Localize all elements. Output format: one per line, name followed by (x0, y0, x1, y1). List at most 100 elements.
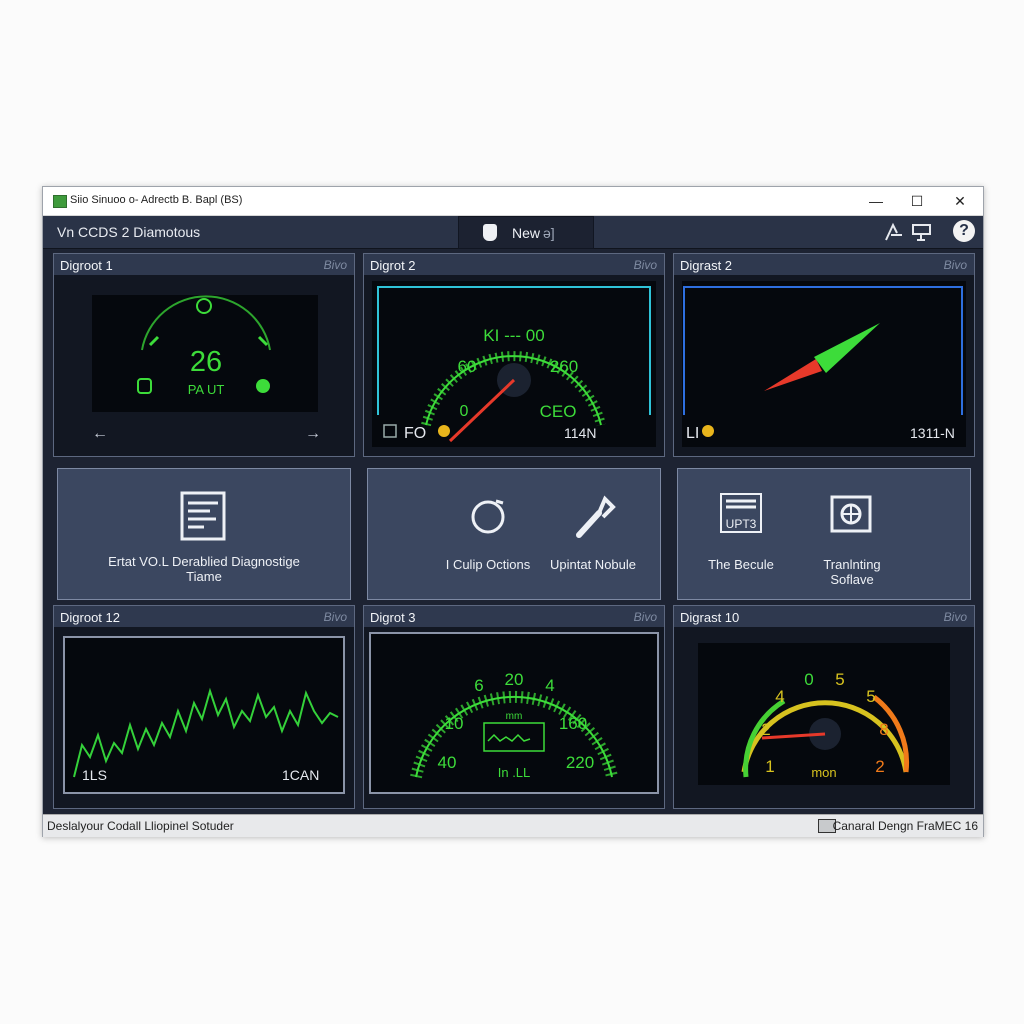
new-button-label: New (512, 225, 541, 241)
gauge-label-right: 260 (550, 357, 578, 376)
speed-readout: 114N (564, 425, 596, 441)
tile-options-module: I Culip Octions Upintat Nobule (367, 468, 661, 600)
panel-diagnostic-2: Digrot 2 Bivo KI --- 00 60 260 0 CEO FO … (363, 253, 665, 457)
title-bar[interactable]: Siio Sinuoo o- Adrectb B. Bapl (BS) — ☐ … (43, 187, 983, 216)
status-left-text: Deslalyour Codall Lliopinel Sotuder (47, 819, 234, 833)
panel-body: KI --- 00 60 260 0 CEO FO 114N (364, 275, 664, 456)
tick-label: 2 (761, 720, 770, 739)
panel-body: 6 20 4 10 160 40 220 mm In .LL (364, 627, 664, 808)
speedometer-display: KI --- 00 60 260 0 CEO FO 114N (372, 281, 656, 447)
panel-body: LI 1311-N (674, 275, 974, 456)
wrench-icon (576, 495, 616, 538)
panel-header: Digroot 12 Bivo (54, 606, 354, 627)
indicator-label: LI (686, 425, 699, 442)
panel-tag[interactable]: Bivo (944, 610, 967, 624)
refresh-icon (471, 499, 505, 534)
module-icon-text: UPT3 (726, 517, 757, 531)
panel-diagnostic-3b: Digrot 3 Bivo 6 20 4 10 160 40 220 mm In… (363, 605, 665, 809)
gauge-label-bl: FO (404, 425, 426, 442)
training-icon (830, 495, 872, 533)
panel-tag[interactable]: Bivo (634, 258, 657, 272)
tick-label: 4 (545, 676, 554, 695)
panel-tag[interactable]: Bivo (944, 258, 967, 272)
device-icon (483, 224, 497, 241)
panel-title: Digrot 2 (370, 258, 416, 273)
panel-title: Digrot 3 (370, 610, 416, 625)
window-title: Siio Sinuoo o- Adrectb B. Bapl (BS) (70, 194, 243, 206)
panel-title: Digroot 12 (60, 610, 120, 625)
tile-label: Ertat VO.L Derablied Diagnostige Tiame (108, 554, 300, 584)
tick-label: 1 (765, 757, 774, 776)
app-name: Vn CCDS 2 Diamotous (57, 224, 201, 240)
panel-title: Digrast 10 (680, 610, 740, 625)
tick-label: 40 (438, 753, 457, 772)
tick-label: 5 (866, 687, 875, 706)
needle-display: LI 1311-N (682, 281, 966, 447)
panel-diagnostic-12: Digroot 12 Bivo 1LS 1CAN (53, 605, 355, 809)
graph-right-label: 1CAN (282, 767, 319, 783)
monitor-icon[interactable] (911, 221, 933, 243)
signal-graph-display: 1LS 1CAN (63, 636, 345, 794)
gauge-unit: mon (811, 765, 836, 780)
panel-body: 26 PA UT ← → (54, 275, 354, 456)
next-arrow-icon[interactable]: → (305, 425, 321, 442)
new-button-suffix: ə] (543, 225, 555, 241)
minimize-button[interactable]: — (855, 187, 897, 215)
gauge-mode: PA UT (188, 382, 225, 397)
close-button[interactable]: ✕ (939, 187, 981, 215)
app-window: Siio Sinuoo o- Adrectb B. Bapl (BS) — ☐ … (42, 186, 984, 837)
new-button[interactable]: New ə] (458, 216, 594, 249)
panel-header: Digrast 10 Bivo (674, 606, 974, 627)
status-icon (256, 379, 270, 393)
tick-label: 20 (505, 670, 524, 689)
app-icon (53, 195, 67, 208)
panel-diagnostic-10: Digrast 10 Bivo 0 4 5 5 2 8 1 2 mon (673, 605, 975, 809)
status-right-text: Canaral Dengn FraMEC 16 (832, 819, 978, 833)
value-readout: 1311-N (910, 425, 955, 441)
panel-body: 0 4 5 5 2 8 1 2 mon (674, 627, 974, 808)
graph-left-label: 1LS (82, 767, 107, 783)
panel-tag[interactable]: Bivo (324, 610, 347, 624)
panel-title: Digroot 1 (60, 258, 113, 273)
warning-icon (438, 425, 450, 437)
toolbar: Vn CCDS 2 Diamotous New ə] ? (43, 216, 983, 249)
tick-label: 220 (566, 753, 594, 772)
report-icon (180, 491, 226, 541)
panel-diagnostic-3: Digrast 2 Bivo LI 1311-N (673, 253, 975, 457)
panel-header: Digrot 2 Bivo (364, 254, 664, 275)
maximize-button[interactable]: ☐ (896, 187, 938, 215)
tile-label-modules[interactable]: The Becule (686, 557, 796, 572)
gauge-label-min: 0 (460, 403, 469, 420)
tick-label: 4 (775, 687, 784, 706)
tile-label-module[interactable]: Upintat Nobule (538, 557, 648, 572)
gauge-readout: 26 (190, 346, 222, 378)
module-icon: UPT3 (720, 493, 762, 533)
gauge-label-left: 60 (458, 357, 477, 376)
tick-label: 10 (445, 714, 464, 733)
tick-label: 0 (804, 670, 813, 689)
tick-label: 6 (474, 676, 483, 695)
tachometer-display: 6 20 4 10 160 40 220 mm In .LL (369, 632, 659, 794)
gauge-label-br: CEO (540, 402, 577, 421)
tick-label: 8 (879, 720, 888, 739)
panel-body: 1LS 1CAN (54, 627, 354, 808)
tick-label: 160 (559, 714, 587, 733)
panel-diagnostic-1: Digroot 1 Bivo 26 PA UT ← → (53, 253, 355, 457)
digital-gauge-display: 26 PA UT ← → (92, 295, 321, 442)
tile-diagnostic-frame[interactable]: Ertat VO.L Derablied Diagnostige Tiame (57, 468, 351, 600)
tools-icon[interactable] (883, 221, 905, 243)
gauge-bottom-label: In .LL (498, 765, 531, 780)
panel-title: Digrast 2 (680, 258, 733, 273)
panel-header: Digrot 3 Bivo (364, 606, 664, 627)
prev-arrow-icon[interactable]: ← (92, 425, 108, 442)
panel-header: Digroot 1 Bivo (54, 254, 354, 275)
panel-tag[interactable]: Bivo (634, 610, 657, 624)
panel-tag[interactable]: Bivo (324, 258, 347, 272)
help-button[interactable]: ? (953, 220, 975, 242)
tick-label: 5 (835, 670, 844, 689)
gauge-unit: mm (506, 711, 523, 722)
tile-label-options[interactable]: I Culip Octions (428, 557, 548, 572)
tick-label: 2 (875, 757, 884, 776)
tile-label-training[interactable]: Tranlnting Soflave (802, 557, 902, 587)
indicator-light-icon (702, 425, 714, 437)
